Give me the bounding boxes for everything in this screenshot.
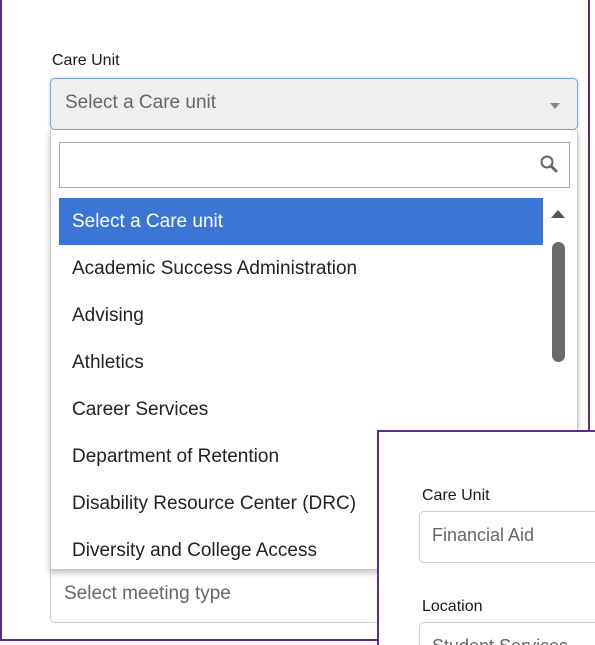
meeting-type-placeholder: Select meeting type [64, 583, 231, 604]
care-unit-label: Care Unit [52, 52, 120, 69]
scrollbar-thumb[interactable] [552, 242, 565, 362]
care-unit-select[interactable]: Select a Care unit [50, 78, 578, 130]
inset-care-unit-field[interactable]: Financial Aid [419, 511, 595, 563]
inset-care-unit-value: Financial Aid [432, 525, 535, 545]
dropdown-option[interactable]: Select a Care unit [59, 198, 543, 245]
dropdown-option[interactable]: Academic Success Administration [59, 245, 543, 292]
dropdown-option[interactable]: Career Services [59, 386, 543, 433]
search-icon [540, 155, 558, 173]
care-unit-select-value: Select a Care unit [65, 92, 217, 113]
inset-location-value: Student Services [432, 636, 568, 645]
care-unit-search-input[interactable] [59, 142, 570, 188]
scroll-up-arrow-icon[interactable] [551, 210, 565, 218]
inset-panel: Care Unit Financial Aid Location Student… [377, 430, 595, 645]
inset-care-unit-label: Care Unit [422, 487, 490, 504]
inset-location-field[interactable]: Student Services [419, 622, 595, 645]
chevron-down-icon[interactable] [550, 103, 560, 109]
dropdown-option[interactable]: Athletics [59, 339, 543, 386]
meeting-type-select[interactable]: Select meeting type [50, 565, 390, 623]
dropdown-option[interactable]: Advising [59, 292, 543, 339]
inset-location-label: Location [422, 598, 483, 615]
